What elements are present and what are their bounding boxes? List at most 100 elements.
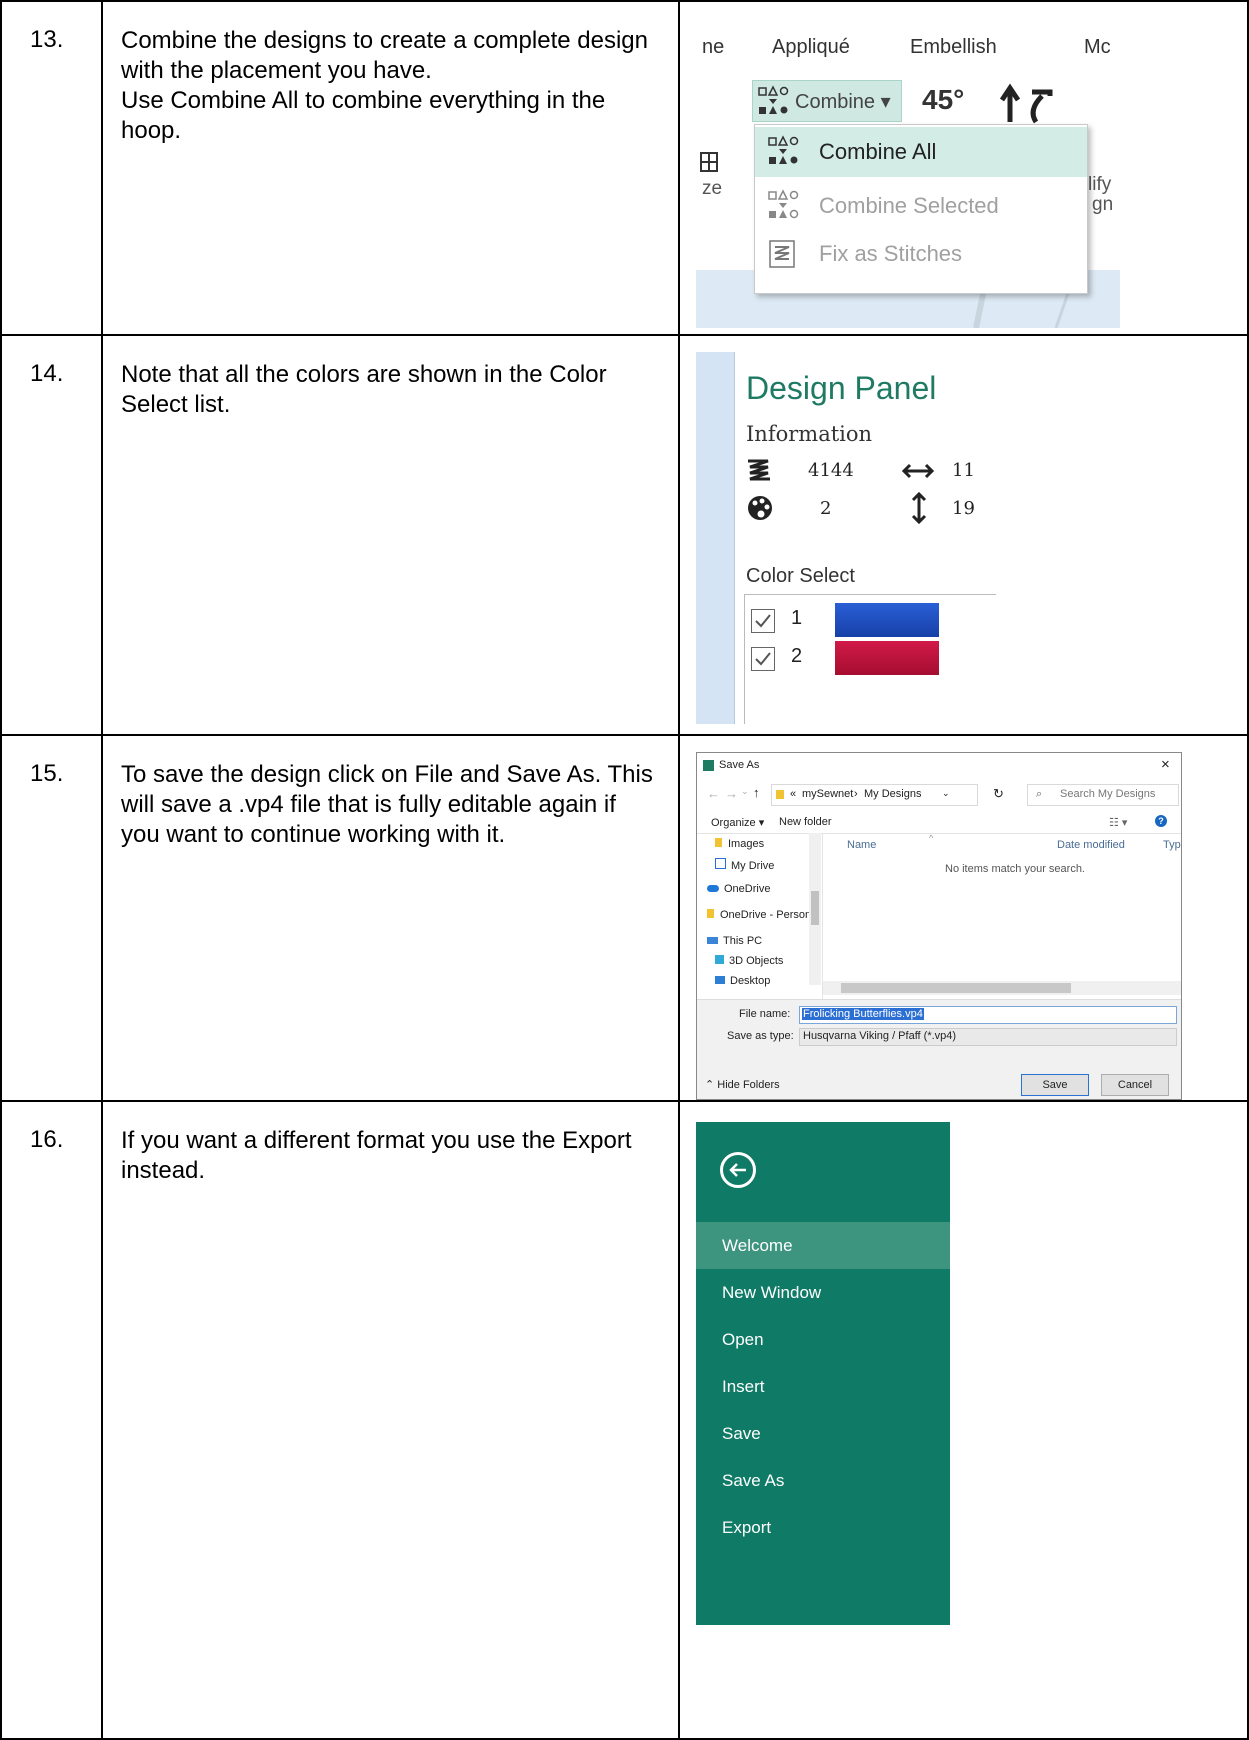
step-screenshot: Welcome New Window Open Insert Save Save… <box>678 1100 1249 1740</box>
ribbon-tab[interactable]: ne <box>702 36 724 59</box>
backstage-item-welcome[interactable]: Welcome <box>696 1222 950 1269</box>
backstage-item-insert[interactable]: Insert <box>696 1363 950 1410</box>
cancel-button[interactable]: Cancel <box>1101 1074 1169 1096</box>
step-description: Note that all the colors are shown in th… <box>101 334 680 736</box>
step-text: Use Combine All to combine everything in… <box>121 87 606 144</box>
computer-icon <box>707 937 718 944</box>
stitch-count-icon <box>748 459 770 481</box>
nav-item[interactable]: My Drive <box>715 858 774 872</box>
color-row[interactable]: 1 <box>751 603 991 639</box>
rotate-arrows-icon[interactable] <box>998 82 1054 130</box>
step-row-15: 15. To save the design click on File and… <box>0 734 1249 1102</box>
save-button[interactable]: Save <box>1021 1074 1089 1096</box>
steps-table: 13. Combine the designs to create a comp… <box>0 0 1249 1740</box>
rotate-angle-label: 45° <box>922 84 965 115</box>
step-row-14: 14. Note that all the colors are shown i… <box>0 334 1249 736</box>
color-checkbox[interactable] <box>751 647 775 671</box>
navigation-pane: Images My Drive OneDrive OneDrive - Pers… <box>697 833 823 999</box>
back-icon[interactable]: ← <box>707 786 720 801</box>
color-swatch-red <box>835 641 939 675</box>
design-panel-title: Design Panel <box>746 370 937 406</box>
save-as-dialog: Save As × ← → ⌄ ↑ « mySewnet › My Design… <box>696 752 1182 1100</box>
nav-item[interactable]: Desktop <box>715 975 770 987</box>
color-row[interactable]: 2 <box>751 641 991 677</box>
width-arrow-icon <box>902 463 934 479</box>
scrollbar-thumb[interactable] <box>811 891 819 925</box>
column-header-name[interactable]: Name <box>847 839 876 851</box>
ribbon-tab-applique[interactable]: Appliqué <box>772 36 850 59</box>
backstage-item-open[interactable]: Open <box>696 1316 950 1363</box>
desktop-icon <box>715 976 725 984</box>
color-index: 2 <box>791 645 803 667</box>
help-icon[interactable]: ? <box>1155 815 1167 827</box>
height-arrow-icon <box>911 492 927 524</box>
view-options-icon[interactable]: ☷ ▾ <box>1109 816 1127 829</box>
ribbon-tab-embellish[interactable]: Embellish <box>910 36 997 59</box>
information-label: Information <box>746 422 873 446</box>
menu-item-combine-selected[interactable]: Combine Selected <box>755 181 1087 231</box>
breadcrumb-item[interactable]: mySewnet <box>802 788 853 800</box>
combine-button-label: Combine ▾ <box>795 91 891 113</box>
chevron-right-icon: › <box>854 788 858 800</box>
width-value: 11 <box>952 460 975 481</box>
address-bar: ← → ⌄ ↑ « mySewnet › My Designs ⌄ ↻ ⌕ Se… <box>697 781 1181 809</box>
breadcrumb[interactable]: « mySewnet › My Designs ⌄ <box>771 784 978 806</box>
search-placeholder: Search My Designs <box>1060 788 1156 800</box>
dialog-titlebar: Save As × <box>697 753 1181 779</box>
dialog-bottom: File name: Frolicking Butterflies.vp4 Sa… <box>697 999 1181 1099</box>
forward-icon[interactable]: → <box>725 786 738 801</box>
step-number: 16. <box>0 1100 103 1740</box>
breadcrumb-item[interactable]: My Designs <box>864 788 921 800</box>
menu-item-fix-as-stitches[interactable]: Fix as Stitches <box>755 229 1087 279</box>
color-index: 1 <box>791 607 803 629</box>
panel-left-strip <box>696 352 735 724</box>
search-box[interactable]: ⌕ Search My Designs <box>1027 784 1179 806</box>
dialog-title: Save As <box>719 759 760 771</box>
column-header-type[interactable]: Type <box>1163 839 1181 851</box>
chevron-down-icon[interactable]: ⌄ <box>942 788 950 799</box>
ribbon-side-label: ze <box>702 178 723 199</box>
backstage-item-save-as[interactable]: Save As <box>696 1457 950 1504</box>
back-arrow-icon[interactable] <box>720 1152 756 1188</box>
drive-icon <box>715 858 726 869</box>
nav-scrollbar[interactable] <box>809 833 821 985</box>
stitches-icon <box>769 240 795 268</box>
step-description: To save the design click on File and Sav… <box>101 734 680 1102</box>
backstage-item-save[interactable]: Save <box>696 1410 950 1457</box>
nav-item[interactable]: OneDrive <box>707 883 770 895</box>
new-folder-button[interactable]: New folder <box>779 816 832 828</box>
organize-button[interactable]: Organize ▾ <box>711 816 764 829</box>
ribbon-screenshot: ne Appliqué Embellish Mc ze lify gn Comb… <box>696 18 1120 328</box>
combine-dropdown-button[interactable]: Combine ▾ <box>752 80 902 122</box>
column-header-date[interactable]: Date modified <box>1057 839 1125 851</box>
save-type-select[interactable]: Husqvarna Viking / Pfaff (*.vp4) <box>799 1028 1177 1046</box>
app-icon <box>703 760 714 771</box>
design-panel-screenshot: Design Panel Information 4144 11 2 19 Co… <box>696 352 996 724</box>
breadcrumb-root: « <box>790 788 797 800</box>
nav-item[interactable]: This PC <box>707 935 762 947</box>
file-list: Name ^ Date modified Type No items match… <box>823 833 1181 999</box>
nav-item[interactable]: OneDrive - Person <box>707 909 811 921</box>
ribbon-side-label: lify <box>1088 174 1112 195</box>
cloud-icon <box>707 885 719 892</box>
refresh-icon[interactable]: ↻ <box>993 786 1004 802</box>
up-icon[interactable]: ↑ <box>753 785 760 800</box>
step-screenshot: Design Panel Information 4144 11 2 19 Co… <box>678 334 1249 736</box>
combine-icon <box>768 135 799 164</box>
palette-icon <box>748 496 772 520</box>
recent-icon[interactable]: ⌄ <box>741 786 749 797</box>
nav-item[interactable]: 3D Objects <box>715 955 783 967</box>
hide-folders-button[interactable]: ⌃ Hide Folders <box>705 1078 780 1091</box>
nav-item[interactable]: Images <box>715 838 764 850</box>
close-icon[interactable]: × <box>1161 756 1170 773</box>
ribbon-tab[interactable]: Mc <box>1084 36 1111 59</box>
menu-item-combine-all[interactable]: Combine All <box>755 127 1087 177</box>
backstage-item-export[interactable]: Export <box>696 1504 950 1551</box>
scrollbar-thumb[interactable] <box>841 983 1071 993</box>
horizontal-scrollbar[interactable] <box>823 981 1181 995</box>
backstage-item-new-window[interactable]: New Window <box>696 1269 950 1316</box>
ribbon-left-icon <box>700 152 718 178</box>
file-name-input[interactable]: Frolicking Butterflies.vp4 <box>799 1006 1177 1024</box>
step-screenshot: ne Appliqué Embellish Mc ze lify gn Comb… <box>678 0 1249 336</box>
color-checkbox[interactable] <box>751 609 775 633</box>
